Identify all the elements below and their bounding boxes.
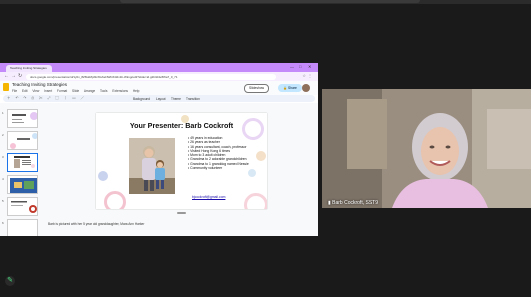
extensions-icon[interactable]: ☆⋮ xyxy=(302,73,314,78)
top-strip xyxy=(0,0,531,4)
slide-thumbnail-selected[interactable] xyxy=(7,153,38,172)
avatar[interactable] xyxy=(302,84,310,92)
thumbnail-art xyxy=(14,156,35,168)
browser-tab[interactable]: Teaching Inviting Strategies xyxy=(6,65,52,72)
share-button[interactable]: 🔒 Share xyxy=(278,84,302,92)
slide-thumbnail[interactable] xyxy=(7,109,38,128)
shared-screen: Teaching Inviting Strategies — □ ✕ ←→↻ d… xyxy=(0,63,318,236)
transition-button[interactable]: Transition xyxy=(186,97,200,101)
thumbnail-art xyxy=(10,178,37,193)
annotate-pencil-icon[interactable]: ✎ xyxy=(5,276,15,286)
toolbar: ＋ ↶ ↷ ⎙ ✂ ⤢ ▢ ⌇ ▭ ／ Background Layout Th… xyxy=(3,95,315,102)
photo-illustration xyxy=(129,138,175,194)
slide-number: 5 xyxy=(2,199,4,203)
participant-video xyxy=(322,89,531,208)
decor-circle xyxy=(98,171,108,181)
theme-button[interactable]: Theme xyxy=(171,97,181,101)
slide-title: Your Presenter: Barb Cockroft xyxy=(129,121,234,130)
slide-thumbnail[interactable] xyxy=(7,175,38,194)
bio-list: 49 years in education 26 years as teache… xyxy=(188,136,249,170)
minimize-icon[interactable]: — xyxy=(290,64,294,69)
decor-circle xyxy=(244,193,267,209)
docs-header: Teaching Inviting Strategies File Edit V… xyxy=(0,81,318,95)
browser-nav-icons[interactable]: ←→↻ xyxy=(4,73,24,79)
filmstrip: 1 2 3 4 5 6 xyxy=(0,103,42,236)
menu-file[interactable]: File xyxy=(12,89,17,93)
slide-number: 3 xyxy=(2,155,4,159)
menu-arrange[interactable]: Arrange xyxy=(84,89,95,93)
email-link[interactable]: bjcockroft@gmail.com xyxy=(192,195,225,199)
thumbnail-art xyxy=(10,133,37,149)
menu-view[interactable]: View xyxy=(32,89,39,93)
slides-logo-icon[interactable] xyxy=(3,83,9,91)
menu-slide[interactable]: Slide xyxy=(72,89,79,93)
toolbar-icons[interactable]: ＋ ↶ ↷ ⎙ ✂ ⤢ ▢ ⌇ ▭ ／ xyxy=(7,96,86,101)
slide-thumbnail[interactable] xyxy=(7,197,38,216)
slide-number: 2 xyxy=(2,133,4,137)
layout-button[interactable]: Layout xyxy=(156,97,166,101)
thumbnail-art xyxy=(11,201,37,213)
menu-help[interactable]: Help xyxy=(133,89,140,93)
slide-number: 4 xyxy=(2,177,4,181)
slide-number: 6 xyxy=(2,221,4,225)
document-title[interactable]: Teaching Inviting Strategies xyxy=(12,82,67,87)
share-label: Share xyxy=(288,86,297,90)
decor-circle xyxy=(256,151,266,161)
menu-extensions[interactable]: Extensions xyxy=(112,89,128,93)
presenter-photo xyxy=(129,138,175,194)
slide-thumbnail[interactable] xyxy=(7,131,38,150)
menu-bar: File Edit View Insert Format Slide Arran… xyxy=(12,89,143,93)
close-icon[interactable]: ✕ xyxy=(308,64,311,69)
menu-tools[interactable]: Tools xyxy=(100,89,107,93)
browser-tab-bar: Teaching Inviting Strategies — □ ✕ xyxy=(0,63,318,72)
slide-scroll-indicator[interactable] xyxy=(177,212,186,214)
slide-number: 1 xyxy=(2,111,4,115)
slideshow-button[interactable]: Slideshow xyxy=(244,84,270,93)
menu-insert[interactable]: Insert xyxy=(44,89,52,93)
participant-name-label: ▮ Barb Cockroft, SST9 xyxy=(328,200,378,206)
editor-area: 1 2 3 4 5 6 Your Presenter: Barb Cockrof… xyxy=(0,103,318,236)
participant-name: Barb Cockroft, SST9 xyxy=(332,200,378,206)
video-frame xyxy=(322,89,531,208)
slide-thumbnail[interactable] xyxy=(7,219,38,236)
menu-edit[interactable]: Edit xyxy=(22,89,28,93)
background-button[interactable]: Background xyxy=(133,97,150,101)
speaker-notes[interactable]: Barb is pictured with her 5 year old gra… xyxy=(48,222,274,226)
decor-circle xyxy=(248,169,256,177)
url-field[interactable]: docs.google.com/presentation/d/1y0x_8Z8x… xyxy=(26,73,276,80)
thumbnail-art xyxy=(12,112,37,123)
current-slide[interactable]: Your Presenter: Barb Cockroft • 49 years… xyxy=(96,113,267,209)
decor-circle xyxy=(104,191,126,209)
menu-format[interactable]: Format xyxy=(57,89,67,93)
bio-item: Community volunteer xyxy=(188,166,249,170)
maximize-icon[interactable]: □ xyxy=(299,64,301,69)
